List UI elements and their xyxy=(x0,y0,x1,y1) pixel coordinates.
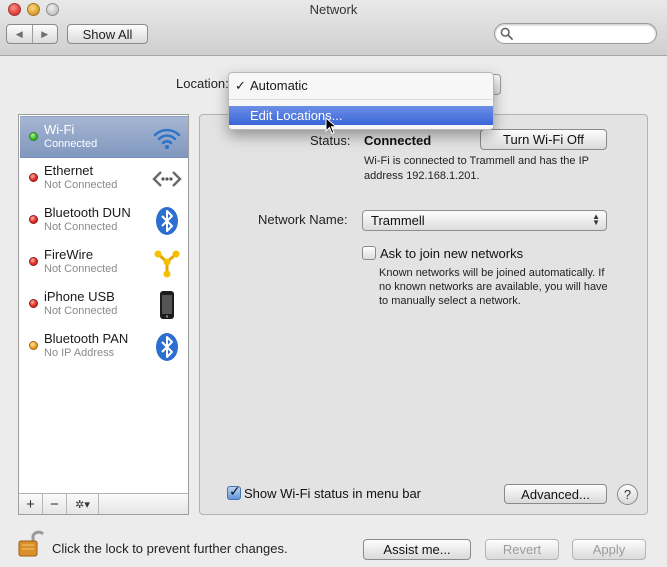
service-item-wifi[interactable]: Wi-Fi Connected xyxy=(20,116,188,158)
network-name-label: Network Name: xyxy=(258,212,348,227)
menu-item-label: Automatic xyxy=(250,78,308,93)
service-item-iphone-usb[interactable]: iPhone USB Not Connected xyxy=(20,284,188,326)
service-status: No IP Address xyxy=(44,347,115,359)
apply-button[interactable]: Apply xyxy=(572,539,646,560)
search-icon xyxy=(500,27,513,40)
network-preferences-window: Network ◀ ▶ Show All Location: Wi-Fi Con… xyxy=(0,0,667,567)
remove-service-button[interactable]: − xyxy=(43,494,67,514)
window-title: Network xyxy=(309,2,358,17)
service-status: Not Connected xyxy=(44,305,118,317)
status-value: Connected xyxy=(364,133,432,148)
ask-to-join-label: Ask to join new networks xyxy=(380,246,524,261)
status-dot-red xyxy=(29,173,38,182)
status-dot-yellow xyxy=(29,341,38,350)
menu-item-automatic[interactable]: ✓ Automatic xyxy=(229,76,493,96)
forward-button[interactable]: ▶ xyxy=(31,25,58,43)
firewire-icon xyxy=(154,250,180,278)
service-item-firewire[interactable]: FireWire Not Connected xyxy=(20,242,188,284)
menu-separator xyxy=(229,99,493,100)
menu-item-edit-locations[interactable]: Edit Locations... xyxy=(229,106,493,125)
search-input[interactable] xyxy=(494,23,657,44)
status-dot-red xyxy=(29,299,38,308)
checkmark-icon: ✓ xyxy=(235,78,246,93)
show-all-button[interactable]: Show All xyxy=(67,24,148,44)
service-item-bluetooth-pan[interactable]: Bluetooth PAN No IP Address xyxy=(20,326,188,368)
mouse-pointer-icon xyxy=(325,117,337,135)
ethernet-icon xyxy=(152,171,182,187)
service-name: Wi-Fi xyxy=(44,122,75,137)
show-wifi-status-checkbox[interactable] xyxy=(227,483,241,500)
revert-button[interactable]: Revert xyxy=(485,539,559,560)
service-name: Bluetooth PAN xyxy=(44,331,129,346)
assist-me-button[interactable]: Assist me... xyxy=(363,539,471,560)
location-menu: ✓ Automatic Edit Locations... xyxy=(228,72,494,130)
back-button[interactable]: ◀ xyxy=(7,25,32,43)
service-name: Bluetooth DUN xyxy=(44,205,131,220)
service-list-toolbar: + − ✲▾ xyxy=(19,493,188,514)
bluetooth-icon xyxy=(156,333,178,361)
location-label: Location: xyxy=(176,76,229,91)
status-label: Status: xyxy=(310,133,351,148)
status-description: Wi-Fi is connected to Trammell and has t… xyxy=(364,155,589,182)
lock-message: Click the lock to prevent further change… xyxy=(52,541,288,556)
network-name-popup[interactable]: Trammell ▲ ▼ xyxy=(362,210,607,231)
ask-to-join-checkbox[interactable] xyxy=(362,246,376,260)
gear-icon[interactable]: ✲▾ xyxy=(67,494,99,514)
status-dot-green xyxy=(29,132,38,141)
add-service-button[interactable]: + xyxy=(19,494,43,514)
chevron-up-down-icon: ▲ ▼ xyxy=(592,212,600,227)
advanced-button[interactable]: Advanced... xyxy=(504,484,607,504)
iphone-icon xyxy=(160,291,174,319)
wifi-icon xyxy=(153,128,181,149)
service-name: iPhone USB xyxy=(44,289,115,304)
lock-icon[interactable] xyxy=(18,528,44,558)
network-name-value: Trammell xyxy=(371,213,425,228)
service-status: Connected xyxy=(44,138,98,150)
service-status: Not Connected xyxy=(44,263,118,275)
service-item-ethernet[interactable]: Ethernet Not Connected xyxy=(20,158,188,200)
service-name: FireWire xyxy=(44,247,94,262)
back-forward-control: ◀ ▶ xyxy=(6,24,58,44)
service-status: Not Connected xyxy=(44,179,118,191)
status-dot-red xyxy=(29,215,38,224)
service-item-bluetooth-dun[interactable]: Bluetooth DUN Not Connected xyxy=(20,200,188,242)
turn-wifi-off-button[interactable]: Turn Wi-Fi Off xyxy=(480,129,607,150)
show-wifi-status-label: Show Wi-Fi status in menu bar xyxy=(244,486,422,501)
service-status: Not Connected xyxy=(44,221,118,233)
service-name: Ethernet xyxy=(44,163,94,178)
bluetooth-icon xyxy=(156,207,178,235)
status-dot-red xyxy=(29,257,38,266)
service-list[interactable]: Wi-Fi Connected Ethernet Not Connected B… xyxy=(18,114,189,515)
ask-to-join-description: Known networks will be joined automatica… xyxy=(379,267,608,307)
help-button[interactable]: ? xyxy=(617,484,638,505)
titlebar: Network ◀ ▶ Show All xyxy=(0,0,667,56)
